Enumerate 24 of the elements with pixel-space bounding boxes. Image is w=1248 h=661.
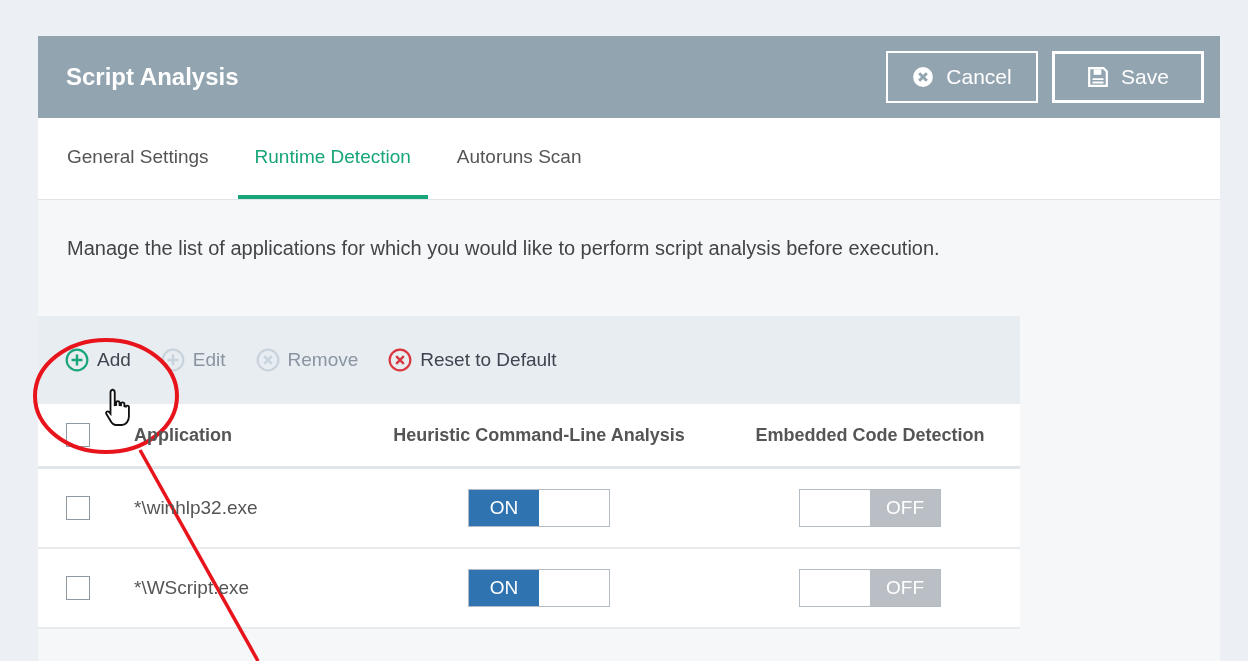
header-button[interactable]: Save bbox=[1052, 51, 1204, 103]
close-icon bbox=[912, 66, 935, 88]
checkbox[interactable] bbox=[66, 423, 90, 447]
plus-icon bbox=[160, 348, 185, 372]
header-button[interactable]: Cancel bbox=[886, 51, 1038, 103]
x-circle-icon bbox=[255, 348, 280, 372]
toggle-switch[interactable]: OFF bbox=[799, 569, 941, 607]
x-circle-icon bbox=[388, 348, 413, 372]
tab[interactable]: Autoruns Scan bbox=[439, 118, 599, 199]
toolbar-button[interactable]: Add bbox=[65, 348, 131, 372]
column-header: Heuristic Command-Line Analysis bbox=[392, 424, 686, 446]
panel-title: Script Analysis bbox=[66, 63, 239, 91]
toggle-switch[interactable]: ON bbox=[468, 569, 610, 607]
column-header: Embedded Code Detection bbox=[754, 424, 986, 446]
tab[interactable]: Runtime Detection bbox=[237, 118, 428, 199]
toggle-switch[interactable]: ON bbox=[468, 489, 610, 527]
tab[interactable]: General Settings bbox=[50, 118, 226, 199]
checkbox[interactable] bbox=[66, 576, 90, 600]
save-icon bbox=[1087, 66, 1110, 88]
toggle-switch[interactable]: OFF bbox=[799, 489, 941, 527]
description-text: Manage the list of applications for which you would like to perform script analysis before execution. bbox=[67, 236, 941, 261]
toolbar-button[interactable]: Reset to Default bbox=[388, 348, 557, 372]
plus-icon bbox=[65, 348, 89, 372]
checkbox[interactable] bbox=[66, 496, 90, 520]
